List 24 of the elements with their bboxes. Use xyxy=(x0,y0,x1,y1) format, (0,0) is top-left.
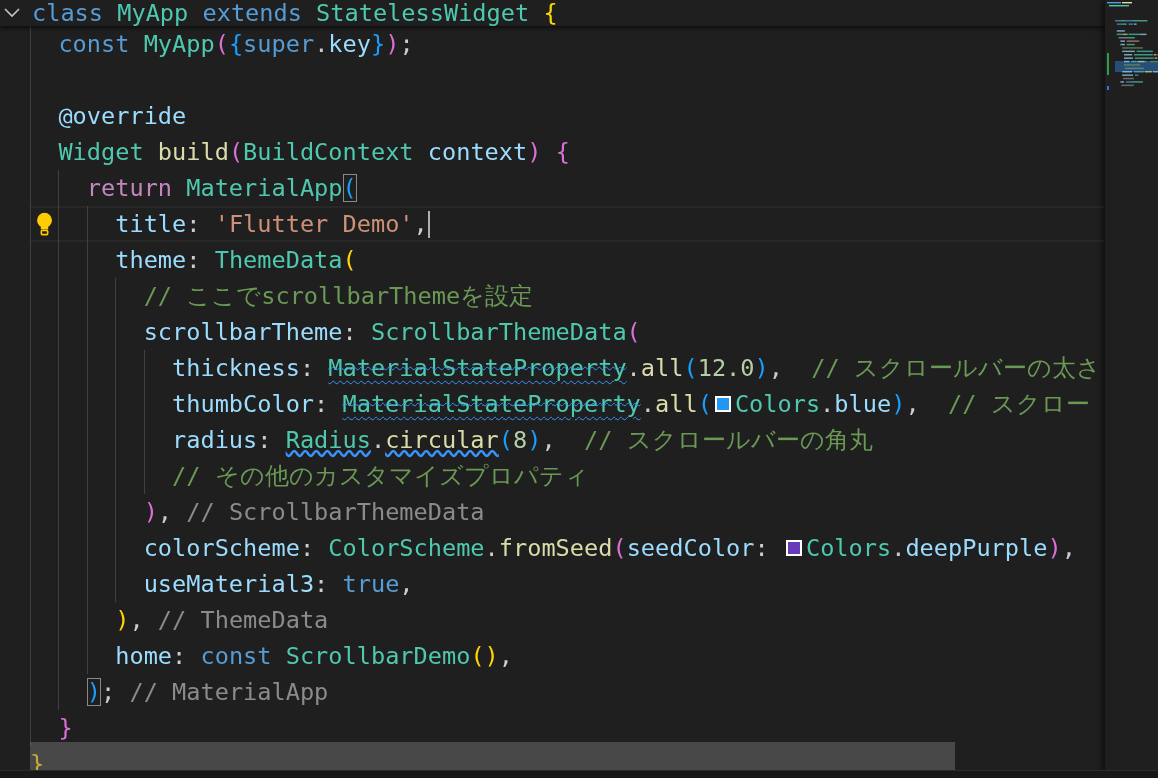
code-text: } xyxy=(58,713,73,743)
code-text: theme: ThemeData( xyxy=(115,245,357,275)
color-swatch-icon[interactable] xyxy=(714,396,731,412)
code-text: Colors.deepPurple), xyxy=(805,533,1076,563)
code-text: colorScheme: ColorScheme.fromSeed(seedColor: xyxy=(143,533,770,563)
lightbulb-icon[interactable] xyxy=(36,212,53,236)
code-text: radius: Radius.circular(8), // スクロールバーの角丸 xyxy=(172,425,873,455)
code-text: scrollbarTheme: ScrollbarThemeData( xyxy=(143,317,641,347)
color-swatch-icon[interactable] xyxy=(785,540,802,556)
code-text: ), // ScrollbarThemeData xyxy=(143,497,485,527)
code-text: Widget build(BuildContext context) { xyxy=(58,137,570,167)
code-text: ); // MaterialApp xyxy=(86,677,329,707)
horizontal-scrollbar[interactable] xyxy=(30,742,955,770)
code-text: ), // ThemeData xyxy=(115,605,329,635)
code-text: class MyApp extends StatelessWidget { xyxy=(32,0,558,28)
code-text: // ここでscrollbarThemeを設定 xyxy=(143,281,534,311)
code-text: return MaterialApp( xyxy=(86,173,357,203)
code-text: Colors.blue), // スクロー xyxy=(734,389,1090,419)
code-text: title: 'Flutter Demo', xyxy=(115,209,428,239)
code-text: const MyApp({super.key}); xyxy=(58,29,414,59)
code-text: @override xyxy=(58,101,187,131)
code-text: home: const ScrollbarDemo(), xyxy=(115,641,514,671)
code-text: // その他のカスタマイズプロパティ xyxy=(172,461,589,491)
code-text: useMaterial3: true, xyxy=(143,569,414,599)
